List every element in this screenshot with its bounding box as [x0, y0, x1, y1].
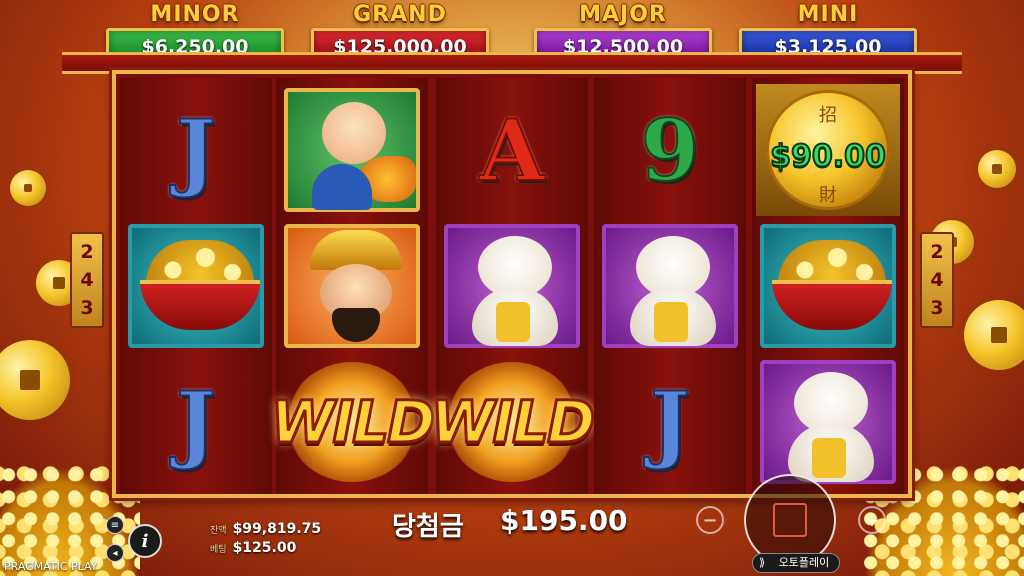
coin-value-label: $90.00 — [769, 138, 887, 175]
bet-label: 베팅 — [210, 545, 227, 555]
balance-value: $99,819.75 — [232, 521, 322, 537]
info-button[interactable]: i — [128, 524, 162, 558]
reel-5: 招 $90.00 財 — [752, 78, 904, 494]
symbol-wild: WILD — [429, 356, 597, 488]
ways-digit: 4 — [80, 269, 94, 291]
symbol-lucky-cat — [598, 220, 742, 352]
gold-coin-bowl-icon — [760, 224, 896, 348]
ways-digit: 2 — [930, 241, 944, 263]
background-coin-icon — [10, 170, 46, 206]
wild-label: WILD — [269, 387, 437, 458]
coin-char-bottom: 財 — [819, 185, 837, 206]
jackpot-grand-title: GRAND — [353, 2, 447, 27]
background-coin-icon — [0, 340, 70, 420]
cat-coin-icon — [654, 302, 688, 342]
ways-indicator-left: 2 4 3 — [70, 232, 104, 328]
balance-label: 잔액 — [210, 526, 227, 536]
symbol-9: 9 — [598, 84, 742, 216]
bet-increase-button[interactable]: + — [858, 506, 886, 534]
brand-logo: PRAGMATIC PLAY — [4, 560, 98, 573]
reel-4: 9 J — [594, 78, 746, 494]
ways-indicator-right: 2 4 3 — [920, 232, 954, 328]
bowl-icon — [772, 280, 892, 330]
bet-decrease-button[interactable]: − — [696, 506, 724, 534]
ways-digit: 3 — [930, 297, 944, 319]
symbol-j: J — [124, 84, 268, 216]
symbol-coin-value: 招 $90.00 財 — [756, 84, 900, 216]
gold-coin-bowl-icon — [128, 224, 264, 348]
ways-digit: 2 — [80, 241, 94, 263]
autoplay-button[interactable]: ⟫ 오토플레이 — [752, 553, 840, 573]
autoplay-label: 오토플레이 — [778, 556, 830, 569]
symbol-j: J — [124, 356, 268, 488]
symbol-lucky-cat — [440, 220, 584, 352]
symbol-a: A — [440, 84, 584, 216]
reel-1: J J — [120, 78, 272, 494]
stop-icon — [773, 503, 807, 537]
reel-2: WILD — [269, 78, 437, 494]
win-label: 당첨금 — [392, 512, 464, 542]
symbol-9-letter: 9 — [640, 100, 700, 201]
symbol-fortune-god — [280, 220, 424, 352]
sound-button[interactable]: ◂ — [106, 544, 124, 562]
beard-icon — [332, 308, 380, 342]
bet-line: 베팅 $125.00 — [210, 540, 296, 556]
coin-char-top: 招 — [819, 105, 837, 126]
bet-value: $125.00 — [232, 540, 297, 556]
symbol-j: J — [598, 356, 742, 488]
reel-frame: J J WILD A WILD 9 J 招 $90.00 財 — [112, 70, 912, 498]
win-amount: $195.00 — [500, 504, 628, 537]
boy-face-icon — [322, 102, 386, 164]
balance-line: 잔액 $99,819.75 — [210, 521, 321, 537]
cat-coin-icon — [812, 438, 846, 478]
lucky-cat-icon — [760, 360, 896, 484]
cat-coin-icon — [496, 302, 530, 342]
background-coin-icon — [978, 150, 1016, 188]
ways-digit: 4 — [930, 269, 944, 291]
bowl-icon — [140, 280, 260, 330]
jackpot-minor-title: MINOR — [150, 2, 240, 27]
symbol-fortune-boy — [280, 84, 424, 216]
menu-button[interactable]: ≡ — [106, 516, 124, 534]
background-coin-icon — [964, 300, 1024, 370]
symbol-wild: WILD — [269, 356, 437, 488]
autoplay-icon: ⟫ — [759, 556, 766, 569]
symbol-gold-coin-bowl — [124, 220, 268, 352]
symbol-j-letter: J — [175, 372, 217, 473]
ways-digit: 3 — [80, 297, 94, 319]
symbol-gold-coin-bowl — [756, 220, 900, 352]
lucky-cat-icon — [444, 224, 580, 348]
gold-coin-icon: 招 $90.00 財 — [766, 90, 890, 210]
symbol-j-letter: J — [175, 100, 217, 201]
jackpot-mini-title: MINI — [797, 2, 859, 27]
symbol-lucky-cat — [756, 356, 900, 488]
wild-label: WILD — [429, 387, 597, 458]
fortune-boy-with-fish-icon — [284, 88, 420, 212]
jackpot-major-title: MAJOR — [579, 2, 667, 27]
fortune-god-icon — [284, 224, 420, 348]
lucky-cat-icon — [602, 224, 738, 348]
reel-3: A WILD — [429, 78, 597, 494]
symbol-j-letter: J — [649, 372, 691, 473]
symbol-a-letter: A — [478, 100, 545, 201]
